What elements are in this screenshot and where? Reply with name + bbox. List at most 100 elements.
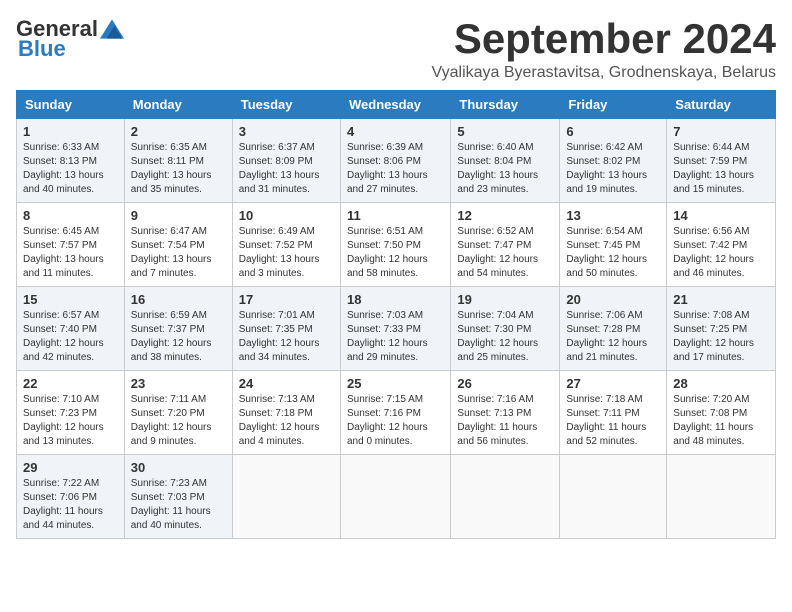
title-section: September 2024 Vyalikaya Byerastavitsa, … bbox=[432, 16, 776, 82]
calendar-cell: 2 Sunrise: 6:35 AMSunset: 8:11 PMDaylight… bbox=[124, 119, 232, 203]
calendar-cell: 20Sunrise: 7:06 AMSunset: 7:28 PMDayligh… bbox=[560, 287, 667, 371]
day-info: Sunrise: 6:54 AMSunset: 7:45 PMDaylight:… bbox=[566, 225, 660, 281]
day-number: 29 bbox=[23, 460, 118, 475]
day-number: 21 bbox=[673, 292, 769, 307]
week-row-1: 1 Sunrise: 6:33 AMSunset: 8:13 PMDaylight… bbox=[17, 119, 776, 203]
day-number: 11 bbox=[347, 208, 444, 223]
week-row-5: 29 Sunrise: 7:22 AMSunset: 7:06 PMDayligh… bbox=[17, 455, 776, 539]
header-friday: Friday bbox=[560, 91, 667, 119]
day-number: 4 bbox=[347, 124, 444, 139]
day-info: Sunrise: 6:49 AMSunset: 7:52 PMDaylight:… bbox=[239, 225, 334, 281]
day-number: 23 bbox=[131, 376, 226, 391]
day-info: Sunrise: 7:23 AMSunset: 7:03 PMDaylight:… bbox=[131, 477, 226, 533]
week-row-4: 22 Sunrise: 7:10 AMSunset: 7:23 PMDayligh… bbox=[17, 371, 776, 455]
day-info: Sunrise: 7:10 AMSunset: 7:23 PMDaylight:… bbox=[23, 393, 118, 449]
day-number: 12 bbox=[457, 208, 553, 223]
day-info: Sunrise: 7:18 AMSunset: 7:11 PMDaylight:… bbox=[566, 393, 660, 449]
calendar-cell: 3Sunrise: 6:37 AMSunset: 8:09 PMDaylight… bbox=[232, 119, 340, 203]
day-number: 5 bbox=[457, 124, 553, 139]
day-info: Sunrise: 6:52 AMSunset: 7:47 PMDaylight:… bbox=[457, 225, 553, 281]
day-number: 16 bbox=[131, 292, 226, 307]
day-number: 1 bbox=[23, 124, 118, 139]
calendar-cell: 18 Sunrise: 7:03 AMSunset: 7:33 PMDayligh… bbox=[340, 287, 450, 371]
calendar-cell bbox=[451, 455, 560, 539]
month-title: September 2024 bbox=[432, 16, 776, 62]
day-number: 17 bbox=[239, 292, 334, 307]
calendar-cell: 6 Sunrise: 6:42 AMSunset: 8:02 PMDaylight… bbox=[560, 119, 667, 203]
day-info: Sunrise: 6:40 AMSunset: 8:04 PMDaylight:… bbox=[457, 141, 553, 197]
page-header: General Blue September 2024 Vyalikaya By… bbox=[16, 16, 776, 82]
calendar-cell: 4 Sunrise: 6:39 AMSunset: 8:06 PMDaylight… bbox=[340, 119, 450, 203]
day-info: Sunrise: 6:35 AMSunset: 8:11 PMDaylight:… bbox=[131, 141, 226, 197]
calendar-cell: 24 Sunrise: 7:13 AMSunset: 7:18 PMDayligh… bbox=[232, 371, 340, 455]
day-number: 3 bbox=[239, 124, 334, 139]
logo-blue: Blue bbox=[18, 36, 66, 62]
day-number: 13 bbox=[566, 208, 660, 223]
day-number: 18 bbox=[347, 292, 444, 307]
calendar-cell: 12 Sunrise: 6:52 AMSunset: 7:47 PMDayligh… bbox=[451, 203, 560, 287]
calendar-cell: 13 Sunrise: 6:54 AMSunset: 7:45 PMDayligh… bbox=[560, 203, 667, 287]
calendar-cell: 23 Sunrise: 7:11 AMSunset: 7:20 PMDayligh… bbox=[124, 371, 232, 455]
day-info: Sunrise: 6:39 AMSunset: 8:06 PMDaylight:… bbox=[347, 141, 444, 197]
day-number: 28 bbox=[673, 376, 769, 391]
day-info: Sunrise: 6:33 AMSunset: 8:13 PMDaylight:… bbox=[23, 141, 118, 197]
day-info: Sunrise: 7:20 AMSunset: 7:08 PMDaylight:… bbox=[673, 393, 769, 449]
header-monday: Monday bbox=[124, 91, 232, 119]
day-number: 24 bbox=[239, 376, 334, 391]
day-number: 14 bbox=[673, 208, 769, 223]
calendar-cell: 22 Sunrise: 7:10 AMSunset: 7:23 PMDayligh… bbox=[17, 371, 125, 455]
day-number: 7 bbox=[673, 124, 769, 139]
calendar-cell: 11 Sunrise: 6:51 AMSunset: 7:50 PMDayligh… bbox=[340, 203, 450, 287]
calendar-cell: 1 Sunrise: 6:33 AMSunset: 8:13 PMDaylight… bbox=[17, 119, 125, 203]
day-info: Sunrise: 7:04 AMSunset: 7:30 PMDaylight:… bbox=[457, 309, 553, 365]
calendar-cell: 21 Sunrise: 7:08 AMSunset: 7:25 PMDayligh… bbox=[667, 287, 776, 371]
calendar-cell: 10 Sunrise: 6:49 AMSunset: 7:52 PMDayligh… bbox=[232, 203, 340, 287]
day-info: Sunrise: 6:51 AMSunset: 7:50 PMDaylight:… bbox=[347, 225, 444, 281]
day-number: 10 bbox=[239, 208, 334, 223]
day-info: Sunrise: 6:57 AMSunset: 7:40 PMDaylight:… bbox=[23, 309, 118, 365]
day-info: Sunrise: 6:45 AMSunset: 7:57 PMDaylight:… bbox=[23, 225, 118, 281]
day-info: Sunrise: 7:11 AMSunset: 7:20 PMDaylight:… bbox=[131, 393, 226, 449]
day-number: 27 bbox=[566, 376, 660, 391]
day-info: Sunrise: 7:22 AMSunset: 7:06 PMDaylight:… bbox=[23, 477, 118, 533]
day-info: Sunrise: 7:15 AMSunset: 7:16 PMDaylight:… bbox=[347, 393, 444, 449]
calendar-cell bbox=[560, 455, 667, 539]
header-thursday: Thursday bbox=[451, 91, 560, 119]
calendar-cell: 19 Sunrise: 7:04 AMSunset: 7:30 PMDayligh… bbox=[451, 287, 560, 371]
day-number: 30 bbox=[131, 460, 226, 475]
day-info: Sunrise: 7:06 AMSunset: 7:28 PMDaylight:… bbox=[566, 309, 660, 365]
calendar-cell: 14 Sunrise: 6:56 AMSunset: 7:42 PMDayligh… bbox=[667, 203, 776, 287]
week-row-2: 8 Sunrise: 6:45 AMSunset: 7:57 PMDaylight… bbox=[17, 203, 776, 287]
day-info: Sunrise: 7:13 AMSunset: 7:18 PMDaylight:… bbox=[239, 393, 334, 449]
day-info: Sunrise: 7:08 AMSunset: 7:25 PMDaylight:… bbox=[673, 309, 769, 365]
day-number: 2 bbox=[131, 124, 226, 139]
week-row-3: 15Sunrise: 6:57 AMSunset: 7:40 PMDayligh… bbox=[17, 287, 776, 371]
day-info: Sunrise: 6:47 AMSunset: 7:54 PMDaylight:… bbox=[131, 225, 226, 281]
calendar-cell: 5 Sunrise: 6:40 AMSunset: 8:04 PMDaylight… bbox=[451, 119, 560, 203]
header-wednesday: Wednesday bbox=[340, 91, 450, 119]
day-info: Sunrise: 7:16 AMSunset: 7:13 PMDaylight:… bbox=[457, 393, 553, 449]
calendar-cell: 26 Sunrise: 7:16 AMSunset: 7:13 PMDayligh… bbox=[451, 371, 560, 455]
calendar-cell bbox=[232, 455, 340, 539]
header-saturday: Saturday bbox=[667, 91, 776, 119]
day-number: 22 bbox=[23, 376, 118, 391]
calendar-cell: 27 Sunrise: 7:18 AMSunset: 7:11 PMDayligh… bbox=[560, 371, 667, 455]
calendar-cell: 28 Sunrise: 7:20 AMSunset: 7:08 PMDayligh… bbox=[667, 371, 776, 455]
day-info: Sunrise: 6:56 AMSunset: 7:42 PMDaylight:… bbox=[673, 225, 769, 281]
day-number: 8 bbox=[23, 208, 118, 223]
calendar-cell: 30 Sunrise: 7:23 AMSunset: 7:03 PMDayligh… bbox=[124, 455, 232, 539]
day-number: 9 bbox=[131, 208, 226, 223]
day-number: 6 bbox=[566, 124, 660, 139]
calendar-cell: 8 Sunrise: 6:45 AMSunset: 7:57 PMDaylight… bbox=[17, 203, 125, 287]
header-sunday: Sunday bbox=[17, 91, 125, 119]
calendar-cell: 7Sunrise: 6:44 AMSunset: 7:59 PMDaylight… bbox=[667, 119, 776, 203]
day-number: 19 bbox=[457, 292, 553, 307]
day-number: 25 bbox=[347, 376, 444, 391]
day-number: 26 bbox=[457, 376, 553, 391]
calendar-table: SundayMondayTuesdayWednesdayThursdayFrid… bbox=[16, 90, 776, 539]
header-row: SundayMondayTuesdayWednesdayThursdayFrid… bbox=[17, 91, 776, 119]
logo: General Blue bbox=[16, 16, 124, 62]
day-info: Sunrise: 6:42 AMSunset: 8:02 PMDaylight:… bbox=[566, 141, 660, 197]
calendar-cell bbox=[667, 455, 776, 539]
day-info: Sunrise: 7:03 AMSunset: 7:33 PMDaylight:… bbox=[347, 309, 444, 365]
